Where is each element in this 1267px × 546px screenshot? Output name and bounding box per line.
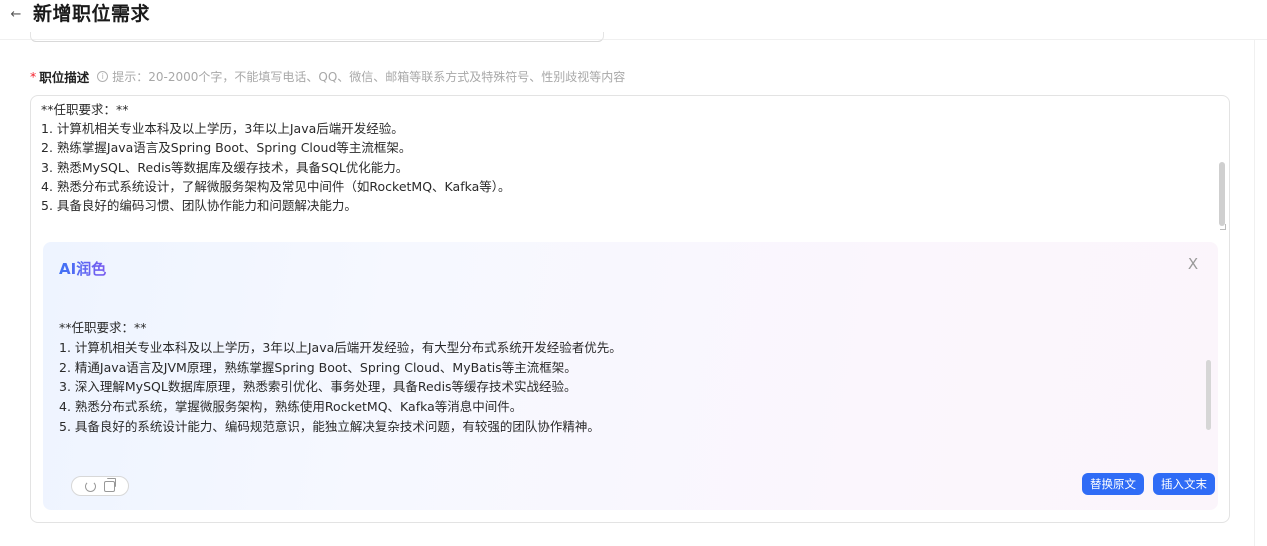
info-icon: i xyxy=(97,70,109,82)
previous-field-input[interactable] xyxy=(30,32,604,42)
description-line: 4. 熟悉分布式系统设计，了解微服务架构及常见中间件（如RocketMQ、Kaf… xyxy=(41,178,511,194)
description-line: 2. 熟练掌握Java语言及Spring Boot、Spring Cloud等主… xyxy=(41,140,412,156)
ai-line: 5. 具备良好的系统设计能力、编码规范意识，能独立解决复杂技术问题，有较强的团队… xyxy=(59,418,600,434)
description-line: 3. 熟悉MySQL、Redis等数据库及缓存技术，具备SQL优化能力。 xyxy=(41,159,409,175)
ai-polish-title: AI润色 xyxy=(59,260,107,278)
page-title: 新增职位需求 xyxy=(33,3,151,25)
description-line: 1. 计算机相关专业本科及以上学历，3年以上Java后端开发经验。 xyxy=(41,121,404,137)
job-description-content[interactable]: **任职要求：** 1. 计算机相关专业本科及以上学历，3年以上Java后端开发… xyxy=(41,100,1211,215)
ai-line: 4. 熟悉分布式系统，掌握微服务架构，熟练使用RocketMQ、Kafka等消息… xyxy=(59,399,523,415)
ai-polish-panel: AI润色 X **任职要求：** 1. 计算机相关专业本科及以上学历，3年以上J… xyxy=(43,242,1218,510)
job-description-textarea[interactable]: **任职要求：** 1. 计算机相关专业本科及以上学历，3年以上Java后端开发… xyxy=(30,95,1230,523)
replace-original-button[interactable]: 替换原文 xyxy=(1082,473,1144,495)
ai-polish-content: **任职要求：** 1. 计算机相关专业本科及以上学历，3年以上Java后端开发… xyxy=(59,318,1199,437)
required-mark: * xyxy=(30,68,37,84)
ai-line: 1. 计算机相关专业本科及以上学历，3年以上Java后端开发经验，有大型分布式系… xyxy=(59,339,622,355)
resize-handle-icon[interactable] xyxy=(1220,224,1226,230)
refresh-icon[interactable] xyxy=(85,480,96,492)
job-description-label-row: * 职位描述 i 提示：20-2000个字，不能填写电话、QQ、微信、邮箱等联系… xyxy=(30,67,625,85)
job-description-label: 职位描述 xyxy=(39,69,90,85)
close-icon[interactable]: X xyxy=(1185,256,1201,272)
ai-panel-scrollbar[interactable] xyxy=(1206,360,1211,430)
ai-line: **任职要求：** xyxy=(59,320,147,335)
insert-at-end-button[interactable]: 插入文末 xyxy=(1153,473,1215,495)
content-divider xyxy=(1254,40,1255,546)
textarea-scrollbar[interactable] xyxy=(1219,162,1225,226)
job-description-hint: 提示：20-2000个字，不能填写电话、QQ、微信、邮箱等联系方式及特殊符号、性… xyxy=(112,69,626,84)
ai-line: 3. 深入理解MySQL数据库原理，熟悉索引优化、事务处理，具备Redis等缓存… xyxy=(59,379,577,395)
copy-icon[interactable] xyxy=(104,477,116,492)
ai-line: 2. 精通Java语言及JVM原理，熟练掌握Spring Boot、Spring… xyxy=(59,359,577,375)
ai-tool-group xyxy=(71,476,129,496)
arrow-left-icon[interactable]: ← xyxy=(8,6,24,22)
description-line: **任职要求：** xyxy=(41,102,129,117)
description-line: 5. 具备良好的编码习惯、团队协作能力和问题解决能力。 xyxy=(41,198,357,214)
